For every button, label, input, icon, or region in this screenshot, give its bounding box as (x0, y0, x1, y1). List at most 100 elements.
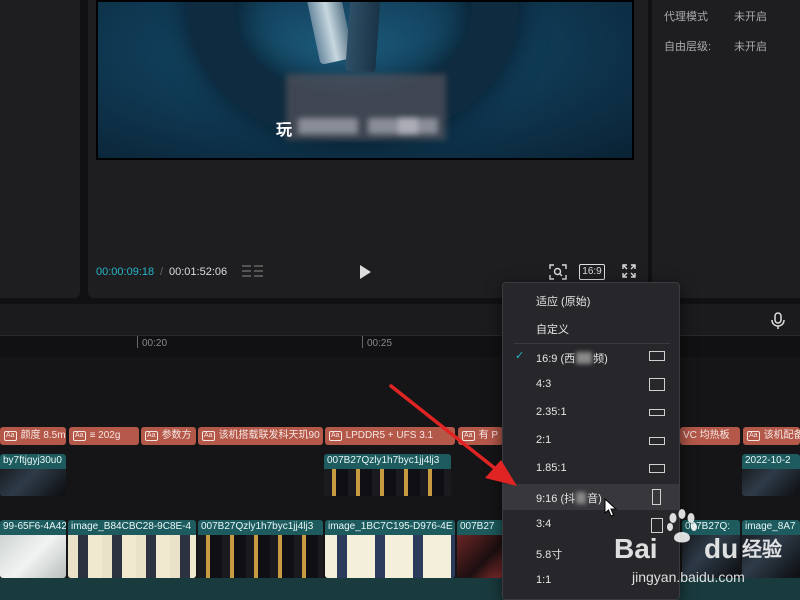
ratio-option-label: 4:3 (536, 378, 552, 390)
video-thumbnails (0, 469, 66, 496)
ruler-label-25: 00:25 (367, 338, 393, 349)
ratio-option-label: 5.8寸 (536, 549, 563, 561)
watermark-brand-2: du (704, 533, 738, 564)
annotation-arrow-icon (389, 384, 517, 486)
time-separator: / (160, 266, 164, 278)
prop-value-layer[interactable]: 未开启 (734, 38, 767, 54)
video-phone-shape-2 (345, 2, 381, 73)
video-thumbnails (68, 535, 196, 578)
text-clip-label: 颜度 8.5mm (20, 430, 66, 441)
ratio-button[interactable]: 16:9 (579, 264, 605, 280)
ratio-2-1-icon (649, 437, 665, 445)
text-clip-badge: Aa (202, 431, 215, 441)
blurred-text (576, 492, 587, 504)
ratio-option-2-35-1[interactable]: 2.35:1 (503, 400, 679, 426)
video-clip-label: image_1BC7C195-D976-4E (328, 521, 453, 532)
video-thumbnails (457, 535, 503, 578)
ratio-option-label: 9:16 (抖 音) (536, 490, 602, 506)
video-clip[interactable]: 99-65F6-4A42- (0, 520, 66, 578)
video-preview[interactable]: 玩 (96, 0, 634, 160)
ratio-option-label-suffix: 音) (587, 493, 602, 505)
list-icon[interactable] (242, 264, 264, 278)
video-thumbnails (198, 535, 323, 578)
ratio-option-label-text: 16:9 (西 (536, 353, 576, 365)
baidu-watermark: Bai du 经验 jingyan.baidu.com (614, 509, 782, 585)
ratio-option-label: 自定义 (536, 324, 569, 336)
subtitle-char: 玩 (276, 122, 293, 139)
subtitle-blur-1 (298, 118, 358, 134)
fullscreen-icon[interactable] (622, 264, 636, 278)
text-clip[interactable]: Aa 参数方 (141, 427, 196, 445)
ratio-option-label: 适应 (原始) (536, 296, 591, 308)
ratio-4-3-icon (649, 378, 665, 391)
text-clip-label: 参数方 (161, 430, 192, 441)
total-time: 00:01:52:06 (169, 266, 228, 278)
video-clip[interactable]: 007B27Qzly1h7byc1jj4lj3 (198, 520, 323, 578)
text-clip[interactable]: Aa 该机配备 (743, 427, 800, 445)
watermark-brand: Bai (614, 533, 658, 564)
ratio-option-label-text: 9:16 (抖 (536, 493, 576, 505)
ratio-option-label: 3:4 (536, 518, 552, 530)
ratio-option-1-85-1[interactable]: 1.85:1 (503, 456, 679, 482)
video-clip-label: 007B27 (460, 521, 495, 532)
zoom-fit-icon[interactable] (549, 264, 567, 280)
text-clip[interactable]: Aa 该机搭载联发科天玑90 (198, 427, 323, 445)
watermark-cn: 经验 (742, 537, 782, 561)
text-clip-badge: Aa (329, 431, 342, 441)
ratio-option-label: 2.35:1 (536, 406, 567, 418)
ruler-tick (137, 336, 138, 348)
video-clip[interactable]: by7ftjgyj30u0 (0, 454, 66, 496)
text-clip-badge: Aa (4, 431, 17, 441)
text-clip[interactable]: VC 均热板 (680, 427, 740, 445)
ratio-wide-icon (649, 351, 665, 361)
ratio-option-16-9[interactable]: ✓ 16:9 (西 频) (503, 344, 679, 370)
ratio-option-4-3[interactable]: 4:3 (503, 372, 679, 398)
video-clip[interactable]: image_B84CBC28-9C8E-4 (68, 520, 196, 578)
ratio-option-fit[interactable]: 适应 (原始) (503, 287, 679, 313)
current-time: 00:00:09:18 (96, 266, 155, 278)
ratio-option-label: 2:1 (536, 434, 552, 446)
video-clip[interactable]: image_1BC7C195-D976-4E (325, 520, 455, 578)
timeline-toolbar (0, 304, 800, 336)
text-clip-badge: Aa (747, 431, 760, 441)
check-icon: ✓ (515, 350, 525, 362)
text-clip[interactable]: Aa ≡ 202g (69, 427, 139, 445)
text-clip-badge: Aa (73, 431, 86, 441)
video-thumbnails (742, 469, 800, 496)
text-clip-badge: Aa (145, 431, 158, 441)
video-clip-label: image_B84CBC28-9C8E-4 (71, 521, 192, 532)
video-clip-label: 007B27Qzly1h7byc1jj4lj3 (201, 521, 314, 532)
ratio-ultrawide-icon (649, 409, 665, 416)
prop-value-proxy[interactable]: 未开启 (734, 8, 767, 24)
text-clip[interactable]: Aa颜度 8.5mm (0, 427, 66, 445)
ratio-option-label: 1.85:1 (536, 462, 567, 474)
prop-label-layer: 自由层级: (664, 41, 712, 53)
text-clip-label: 该机配备 (763, 430, 800, 441)
play-icon[interactable] (360, 265, 371, 279)
ratio-option-label: 1:1 (536, 574, 552, 586)
video-thumbnails (0, 535, 66, 578)
ruler-label-20: 00:20 (142, 338, 168, 349)
left-panel (0, 0, 80, 298)
video-clip[interactable]: 007B27 (457, 520, 503, 578)
video-clip-label: by7ftjgyj30u0 (3, 455, 62, 466)
ratio-option-custom[interactable]: 自定义 (503, 315, 679, 341)
text-clip-label: 该机搭载联发科天玑90 (218, 430, 320, 441)
video-clip-label: 2022-10-2 (745, 455, 791, 466)
ratio-option-2-1[interactable]: 2:1 (503, 428, 679, 454)
text-clip-label: VC 均热板 (683, 430, 730, 441)
text-clip-label: ≡ 202g (89, 430, 121, 441)
ratio-option-label-suffix: 频) (593, 353, 608, 365)
video-clip[interactable]: 2022-10-2 (742, 454, 800, 496)
video-thumbnails (325, 535, 455, 578)
prop-label-proxy: 代理模式 (664, 11, 708, 23)
timeline-ruler[interactable] (0, 337, 800, 357)
ruler-tick (362, 336, 363, 348)
blurred-text (576, 352, 593, 364)
microphone-icon[interactable] (771, 312, 785, 330)
ratio-option-label: 16:9 (西 频) (536, 350, 608, 366)
watermark-url: jingyan.baidu.com (631, 569, 745, 585)
ratio-1-85-icon (649, 464, 665, 473)
video-clip-label: 99-65F6-4A42- (3, 521, 66, 532)
subtitle-blur-3 (398, 118, 438, 134)
